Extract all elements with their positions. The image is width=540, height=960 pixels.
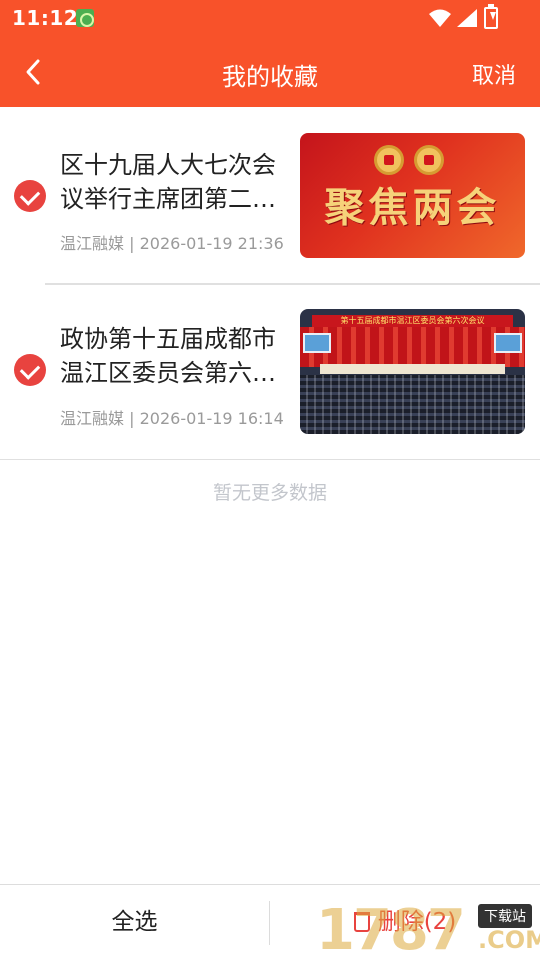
divider xyxy=(0,459,540,460)
national-emblem-icon xyxy=(374,145,404,175)
news-thumbnail[interactable]: 第十五届成都市温江区委员会第六次会议 xyxy=(300,309,525,434)
news-thumbnail[interactable]: 聚焦两会 xyxy=(300,133,525,258)
checked-circle-icon[interactable] xyxy=(14,180,46,212)
signal-icon xyxy=(457,9,477,27)
watermark-logo: 1787 下载站 .COM xyxy=(316,896,540,960)
watermark-domain: .COM xyxy=(478,926,540,954)
thumbnail-banner: 第十五届成都市温江区委员会第六次会议 xyxy=(312,315,513,327)
favorites-list: 区十九届人大七次会议举行主席团第二次会议 温江融媒 | 2026-01-19 2… xyxy=(0,108,540,460)
status-time: 11:12 xyxy=(12,6,79,30)
audience xyxy=(300,375,525,434)
news-meta: 温江融媒 | 2026-01-19 16:14 xyxy=(60,405,284,429)
status-indicators xyxy=(428,4,500,30)
list-item[interactable]: 政协第十五届成都市温江区委员会第六次会议 温江融媒 | 2026-01-19 1… xyxy=(0,284,540,460)
no-more-data-hint: 暂无更多数据 xyxy=(212,482,327,504)
stage-backdrop xyxy=(300,327,525,367)
watermark-number: 1787 xyxy=(316,898,466,960)
news-datetime: 2026-01-19 16:14 xyxy=(139,409,284,428)
cppcc-emblem-icon xyxy=(414,145,444,175)
news-datetime: 2026-01-19 21:36 xyxy=(139,234,284,253)
meta-separator: | xyxy=(129,234,140,253)
battery-icon xyxy=(484,4,498,29)
page-title: 我的收藏 xyxy=(222,63,318,91)
app-header: 11:12 我的收藏 取消 xyxy=(0,0,540,107)
thumbnail-caption: 聚焦两会 xyxy=(324,184,501,231)
screen-right xyxy=(494,333,522,353)
divider xyxy=(45,283,540,285)
news-source: 温江融媒 xyxy=(60,234,125,253)
screen-left xyxy=(303,333,331,353)
meta-separator: | xyxy=(129,409,140,428)
news-source: 温江融媒 xyxy=(60,409,125,428)
watermark-site: 下载站 xyxy=(478,904,532,928)
news-title: 政协第十五届成都市温江区委员会第六次会议 xyxy=(60,325,276,387)
list-item[interactable]: 区十九届人大七次会议举行主席团第二次会议 温江融媒 | 2026-01-19 2… xyxy=(0,108,540,284)
rostrum xyxy=(320,364,505,374)
checked-circle-icon[interactable] xyxy=(14,354,46,386)
news-meta: 温江融媒 | 2026-01-19 21:36 xyxy=(60,230,284,254)
app-notification-icon xyxy=(76,9,94,27)
cancel-button[interactable]: 取消 xyxy=(472,58,516,90)
news-title: 区十九届人大七次会议举行主席团第二次会议 xyxy=(60,151,276,213)
select-all-button[interactable]: 全选 xyxy=(0,885,269,960)
status-bar: 11:12 xyxy=(0,0,540,36)
wifi-icon xyxy=(429,9,451,27)
favorites-screen: 11:12 我的收藏 取消 区十九届人大七次会议举行主席团第二次会议 温江融媒 xyxy=(0,0,540,960)
